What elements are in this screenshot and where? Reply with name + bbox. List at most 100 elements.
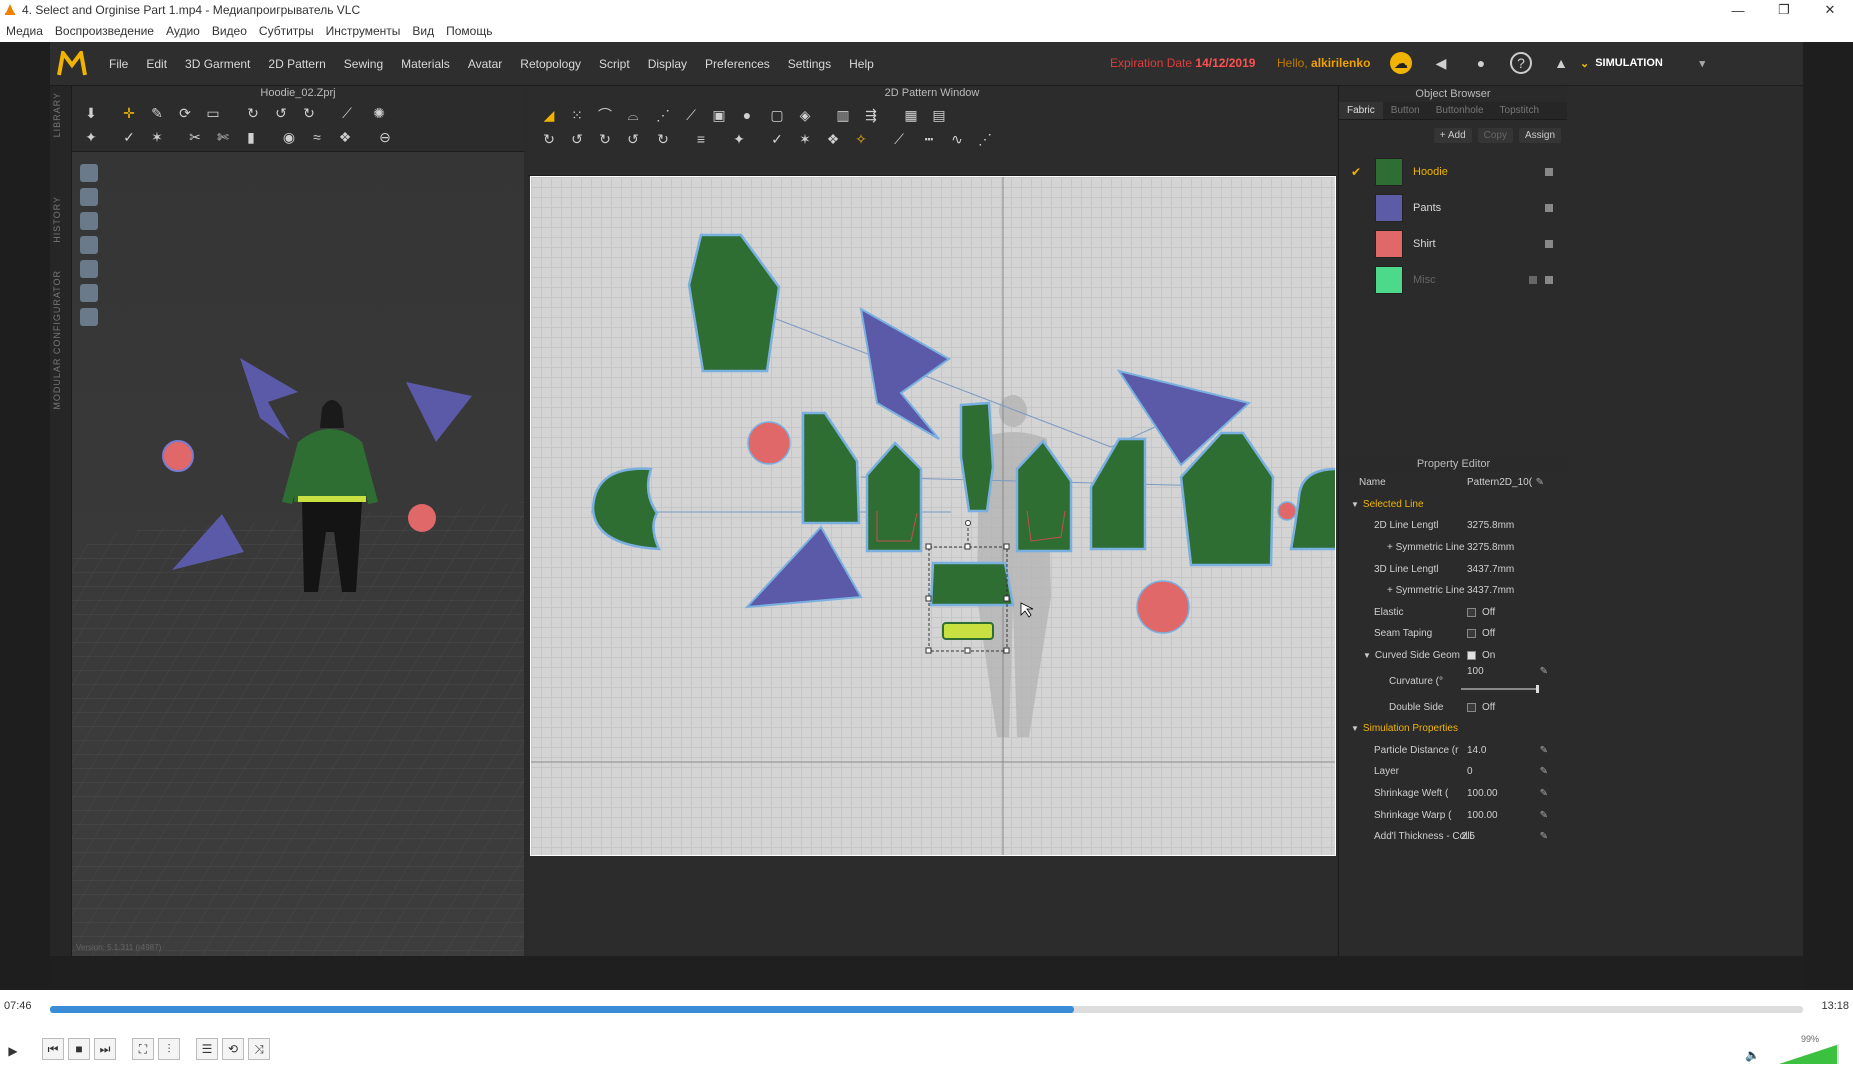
- fabric-lock-icon[interactable]: [1545, 240, 1553, 248]
- play-button[interactable]: ▶: [0, 1038, 26, 1064]
- menu-audio[interactable]: Аудио: [160, 24, 206, 38]
- tab-buttonhole[interactable]: Buttonhole: [1428, 102, 1492, 119]
- garment-icon[interactable]: ▲: [1550, 52, 1572, 74]
- front-left-piece[interactable]: [865, 441, 923, 553]
- md-menu-script[interactable]: Script: [590, 57, 639, 71]
- wave-line-icon[interactable]: ∿: [948, 130, 966, 148]
- add-fabric-button[interactable]: + Add: [1433, 127, 1472, 143]
- simulation-button[interactable]: ⌄ SIMULATION ▾: [1580, 52, 1705, 74]
- modular-configurator-tab[interactable]: MODULAR CONFIGURATOR: [52, 270, 62, 410]
- curvature-slider[interactable]: [1461, 685, 1539, 694]
- fabric-item-shirt[interactable]: Shirt: [1339, 226, 1567, 262]
- avatar-pose-icon[interactable]: ✦: [82, 128, 100, 146]
- rectangle-tool-icon[interactable]: ▣: [710, 106, 728, 124]
- seam-rotate-4-icon[interactable]: ↺: [624, 130, 642, 148]
- selected-hem-piece[interactable]: [929, 561, 1015, 607]
- help-icon[interactable]: ?: [1510, 52, 1532, 74]
- trace-tool-icon[interactable]: ▥: [834, 106, 852, 124]
- edit-curve-point-icon[interactable]: ⌓: [624, 106, 642, 124]
- 3d-viewport[interactable]: [72, 152, 524, 956]
- pencil-icon[interactable]: ✎: [1540, 788, 1548, 799]
- md-menu-preferences[interactable]: Preferences: [696, 57, 779, 71]
- pin-2-icon[interactable]: ✶: [148, 128, 166, 146]
- md-menu-display[interactable]: Display: [639, 57, 696, 71]
- transform-pattern-icon[interactable]: ◢: [540, 106, 558, 124]
- restore-button[interactable]: ❐: [1761, 0, 1807, 20]
- add-point-icon[interactable]: ⋰: [654, 106, 672, 124]
- fabric-delete-icon[interactable]: [1529, 276, 1537, 284]
- fold-arrange-icon[interactable]: ≡: [692, 130, 710, 148]
- seek-bar[interactable]: [50, 1006, 1803, 1013]
- checkbox[interactable]: [1467, 702, 1476, 712]
- topstitch-2d-icon[interactable]: ⟋: [890, 130, 908, 148]
- measure-tool-icon[interactable]: ⟋: [338, 104, 356, 122]
- name-value[interactable]: Pattern2D_10(: [1467, 477, 1532, 488]
- internal-rect-icon[interactable]: ▢: [768, 106, 786, 124]
- menu-video[interactable]: Видео: [206, 24, 253, 38]
- polygon-tool-icon[interactable]: ⟋: [682, 106, 700, 124]
- avatar-refresh-icon[interactable]: [80, 188, 98, 206]
- md-menu-edit[interactable]: Edit: [137, 57, 176, 71]
- grid-2-icon[interactable]: ▤: [930, 106, 948, 124]
- rotate-tool-icon[interactable]: ↻: [244, 104, 262, 122]
- menu-media[interactable]: Медиа: [0, 24, 49, 38]
- check-sewing-icon[interactable]: ✶: [796, 130, 814, 148]
- extended-settings-icon[interactable]: ⫶: [158, 1038, 180, 1060]
- curvature-value[interactable]: 100: [1467, 666, 1484, 677]
- seam-rotate-2-icon[interactable]: ↺: [568, 130, 586, 148]
- fabric-item-misc[interactable]: Misc: [1339, 262, 1567, 298]
- property-value[interactable]: 100.00: [1467, 810, 1498, 821]
- seam-rotate-icon[interactable]: ↻: [540, 130, 558, 148]
- elastic-toggle[interactable]: Off: [1467, 607, 1495, 618]
- fabric-lock-icon[interactable]: [1545, 168, 1553, 176]
- pencil-icon[interactable]: ✎: [1536, 477, 1544, 488]
- md-menu-settings[interactable]: Settings: [779, 57, 840, 71]
- unfold-tool-icon[interactable]: ⇶: [862, 106, 880, 124]
- hood-piece[interactable]: [687, 233, 781, 373]
- record-icon[interactable]: ⊖: [376, 128, 394, 146]
- tab-topstitch[interactable]: Topstitch: [1492, 102, 1547, 119]
- button-tool-icon[interactable]: ◉: [280, 128, 298, 146]
- dart-tool-icon[interactable]: ◈: [796, 106, 814, 124]
- avatar-head-icon[interactable]: [80, 284, 98, 302]
- pencil-icon[interactable]: ✎: [1540, 745, 1548, 756]
- playlist-icon[interactable]: ☰: [196, 1038, 218, 1060]
- segment-sewing-icon[interactable]: ✦: [730, 130, 748, 148]
- menu-view[interactable]: Вид: [406, 24, 440, 38]
- md-menu-file[interactable]: File: [100, 57, 137, 71]
- fabric-icon[interactable]: ❖: [336, 128, 354, 146]
- simulation-properties-section[interactable]: ▼ Simulation Properties: [1339, 718, 1568, 740]
- library-tab[interactable]: LIBRARY: [52, 92, 62, 137]
- property-value[interactable]: 0: [1467, 766, 1473, 777]
- fabric-lock-icon[interactable]: [1545, 204, 1553, 212]
- md-menu-retopology[interactable]: Retopology: [511, 57, 590, 71]
- avatar-person-icon[interactable]: [80, 212, 98, 230]
- rotate-3-icon[interactable]: ↻: [300, 104, 318, 122]
- cuff-piece[interactable]: [959, 401, 995, 513]
- pocket-piece[interactable]: [591, 467, 661, 551]
- 2d-pattern-canvas[interactable]: [530, 176, 1336, 856]
- pencil-icon[interactable]: ✎: [1540, 831, 1548, 842]
- edit-point-icon[interactable]: ⁙: [568, 106, 586, 124]
- shirt-circle-3[interactable]: [1136, 580, 1190, 634]
- next-icon[interactable]: ⏭: [94, 1038, 116, 1060]
- partial-piece[interactable]: [1289, 467, 1336, 551]
- grid-tool-icon[interactable]: ▦: [902, 106, 920, 124]
- pants-triangle-1[interactable]: [859, 307, 951, 440]
- edit-curvature-icon[interactable]: ⌒: [596, 106, 614, 124]
- fabric-lock-icon[interactable]: [1545, 276, 1553, 284]
- free-sewing-icon[interactable]: ✓: [768, 130, 786, 148]
- move-tool-icon[interactable]: ⬇: [82, 104, 100, 122]
- double-side-toggle[interactable]: Off: [1467, 702, 1495, 713]
- circle-tool-icon[interactable]: ●: [738, 106, 756, 124]
- selected-band[interactable]: [942, 622, 994, 640]
- cloud-icon[interactable]: ☁: [1390, 52, 1412, 74]
- previous-icon[interactable]: ⏮: [42, 1038, 64, 1060]
- pencil-icon[interactable]: ✎: [1540, 766, 1548, 777]
- menu-playback[interactable]: Воспроизведение: [49, 24, 160, 38]
- fold-tool-icon[interactable]: ⟳: [176, 104, 194, 122]
- shirt-circle-2[interactable]: [1277, 501, 1297, 521]
- property-value[interactable]: 2.5: [1461, 831, 1475, 842]
- pin-tool-icon[interactable]: ✎: [148, 104, 166, 122]
- assign-fabric-button[interactable]: Assign: [1518, 127, 1561, 143]
